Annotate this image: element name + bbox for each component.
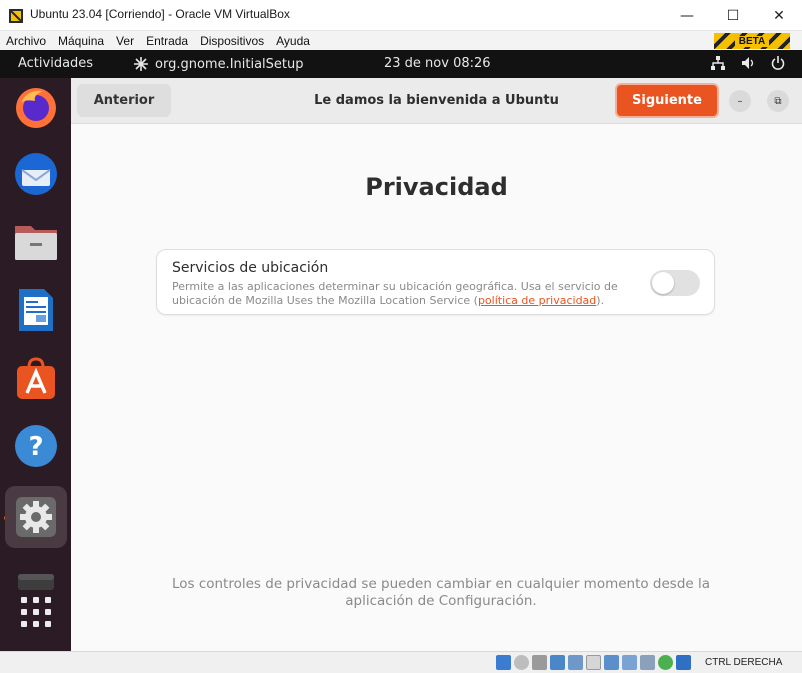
dock-help[interactable]: ?: [10, 420, 62, 472]
toggle-knob: [652, 272, 674, 294]
maximize-icon: ☐: [726, 7, 740, 24]
status-icons: [496, 655, 691, 670]
initial-setup-window: Anterior Le damos la bienvenida a Ubuntu…: [71, 78, 802, 651]
close-button[interactable]: ✕: [756, 0, 802, 31]
maximize-button[interactable]: ☐: [710, 0, 756, 31]
thunderbird-icon: [15, 153, 57, 195]
cpu-icon[interactable]: [640, 655, 655, 670]
volume-icon: [742, 57, 754, 69]
host-title-bar: Ubuntu 23.04 [Corriendo] - Oracle VM Vir…: [0, 0, 802, 31]
power-icon: [771, 56, 785, 70]
gnome-top-bar: Actividades org.gnome.InitialSetup 23 de…: [0, 50, 802, 78]
usb-icon[interactable]: [568, 655, 583, 670]
minimize-icon: —: [680, 7, 694, 24]
system-tray[interactable]: [710, 55, 786, 71]
location-services-card: Servicios de ubicación Permite a las apl…: [156, 249, 715, 315]
privacy-footer-note: Los controles de privacidad se pueden ca…: [171, 576, 711, 609]
dock-firefox[interactable]: [10, 82, 62, 134]
window-minimize-button[interactable]: –: [729, 90, 751, 112]
dock-files[interactable]: [10, 216, 62, 268]
location-services-description: Permite a las aplicaciones determinar su…: [172, 280, 618, 307]
app-name: org.gnome.InitialSetup: [155, 56, 304, 72]
svg-text:?: ?: [28, 432, 43, 462]
menu-dispositivos[interactable]: Dispositivos: [194, 34, 270, 48]
host-key-label: CTRL DERECHA: [705, 657, 783, 668]
guest-additions-icon[interactable]: [658, 655, 673, 670]
clock[interactable]: 23 de nov 08:26: [384, 56, 491, 71]
dock-settings[interactable]: [5, 486, 67, 548]
network-icon: [711, 56, 725, 70]
dock-app-center[interactable]: [10, 352, 62, 404]
writer-icon: [19, 289, 53, 331]
next-button[interactable]: Siguiente: [615, 83, 719, 118]
settings-icon: [16, 497, 56, 537]
dock-writer[interactable]: [10, 284, 62, 336]
files-icon: [15, 226, 57, 260]
app-grid-icon: [21, 597, 51, 627]
window-title: Ubuntu 23.04 [Corriendo] - Oracle VM Vir…: [30, 7, 290, 21]
audio-icon[interactable]: [532, 655, 547, 670]
menu-ver[interactable]: Ver: [110, 34, 140, 48]
header-bar: Anterior Le damos la bienvenida a Ubuntu…: [71, 78, 802, 124]
privacy-policy-link[interactable]: política de privacidad: [478, 294, 596, 307]
network-adapter-icon[interactable]: [550, 655, 565, 670]
host-menubar: Archivo Máquina Ver Entrada Dispositivos…: [0, 31, 802, 50]
virtualbox-icon: [9, 9, 23, 23]
menu-entrada[interactable]: Entrada: [140, 34, 194, 48]
menu-archivo[interactable]: Archivo: [0, 34, 52, 48]
minimize-icon: –: [737, 95, 743, 107]
app-menu[interactable]: org.gnome.InitialSetup: [133, 56, 304, 72]
menu-ayuda[interactable]: Ayuda: [270, 34, 316, 48]
mouse-integration-icon[interactable]: [676, 655, 691, 670]
host-status-bar: CTRL DERECHA: [0, 651, 802, 673]
dock-show-apps[interactable]: [10, 586, 62, 638]
recording-icon[interactable]: [622, 655, 637, 670]
minimize-button[interactable]: —: [664, 0, 710, 31]
shared-folders-icon[interactable]: [586, 655, 601, 670]
page-title: Privacidad: [365, 173, 508, 201]
firefox-icon: [16, 88, 56, 128]
dock: ?: [0, 78, 71, 651]
location-services-toggle[interactable]: [650, 270, 700, 296]
hard-disk-icon[interactable]: [496, 655, 511, 670]
menu-maquina[interactable]: Máquina: [52, 34, 110, 48]
location-services-title: Servicios de ubicación: [172, 260, 329, 276]
app-center-icon: [17, 357, 55, 399]
initial-setup-icon: [134, 57, 148, 71]
close-icon: ✕: [773, 7, 785, 24]
activities-button[interactable]: Actividades: [18, 56, 93, 71]
display-icon[interactable]: [604, 655, 619, 670]
help-icon: ?: [15, 425, 57, 467]
restore-icon: ⧉: [774, 95, 782, 107]
dock-thunderbird[interactable]: [10, 148, 62, 200]
optical-drive-icon[interactable]: [514, 655, 529, 670]
window-restore-button[interactable]: ⧉: [767, 90, 789, 112]
beta-badge: BETA: [714, 33, 790, 49]
